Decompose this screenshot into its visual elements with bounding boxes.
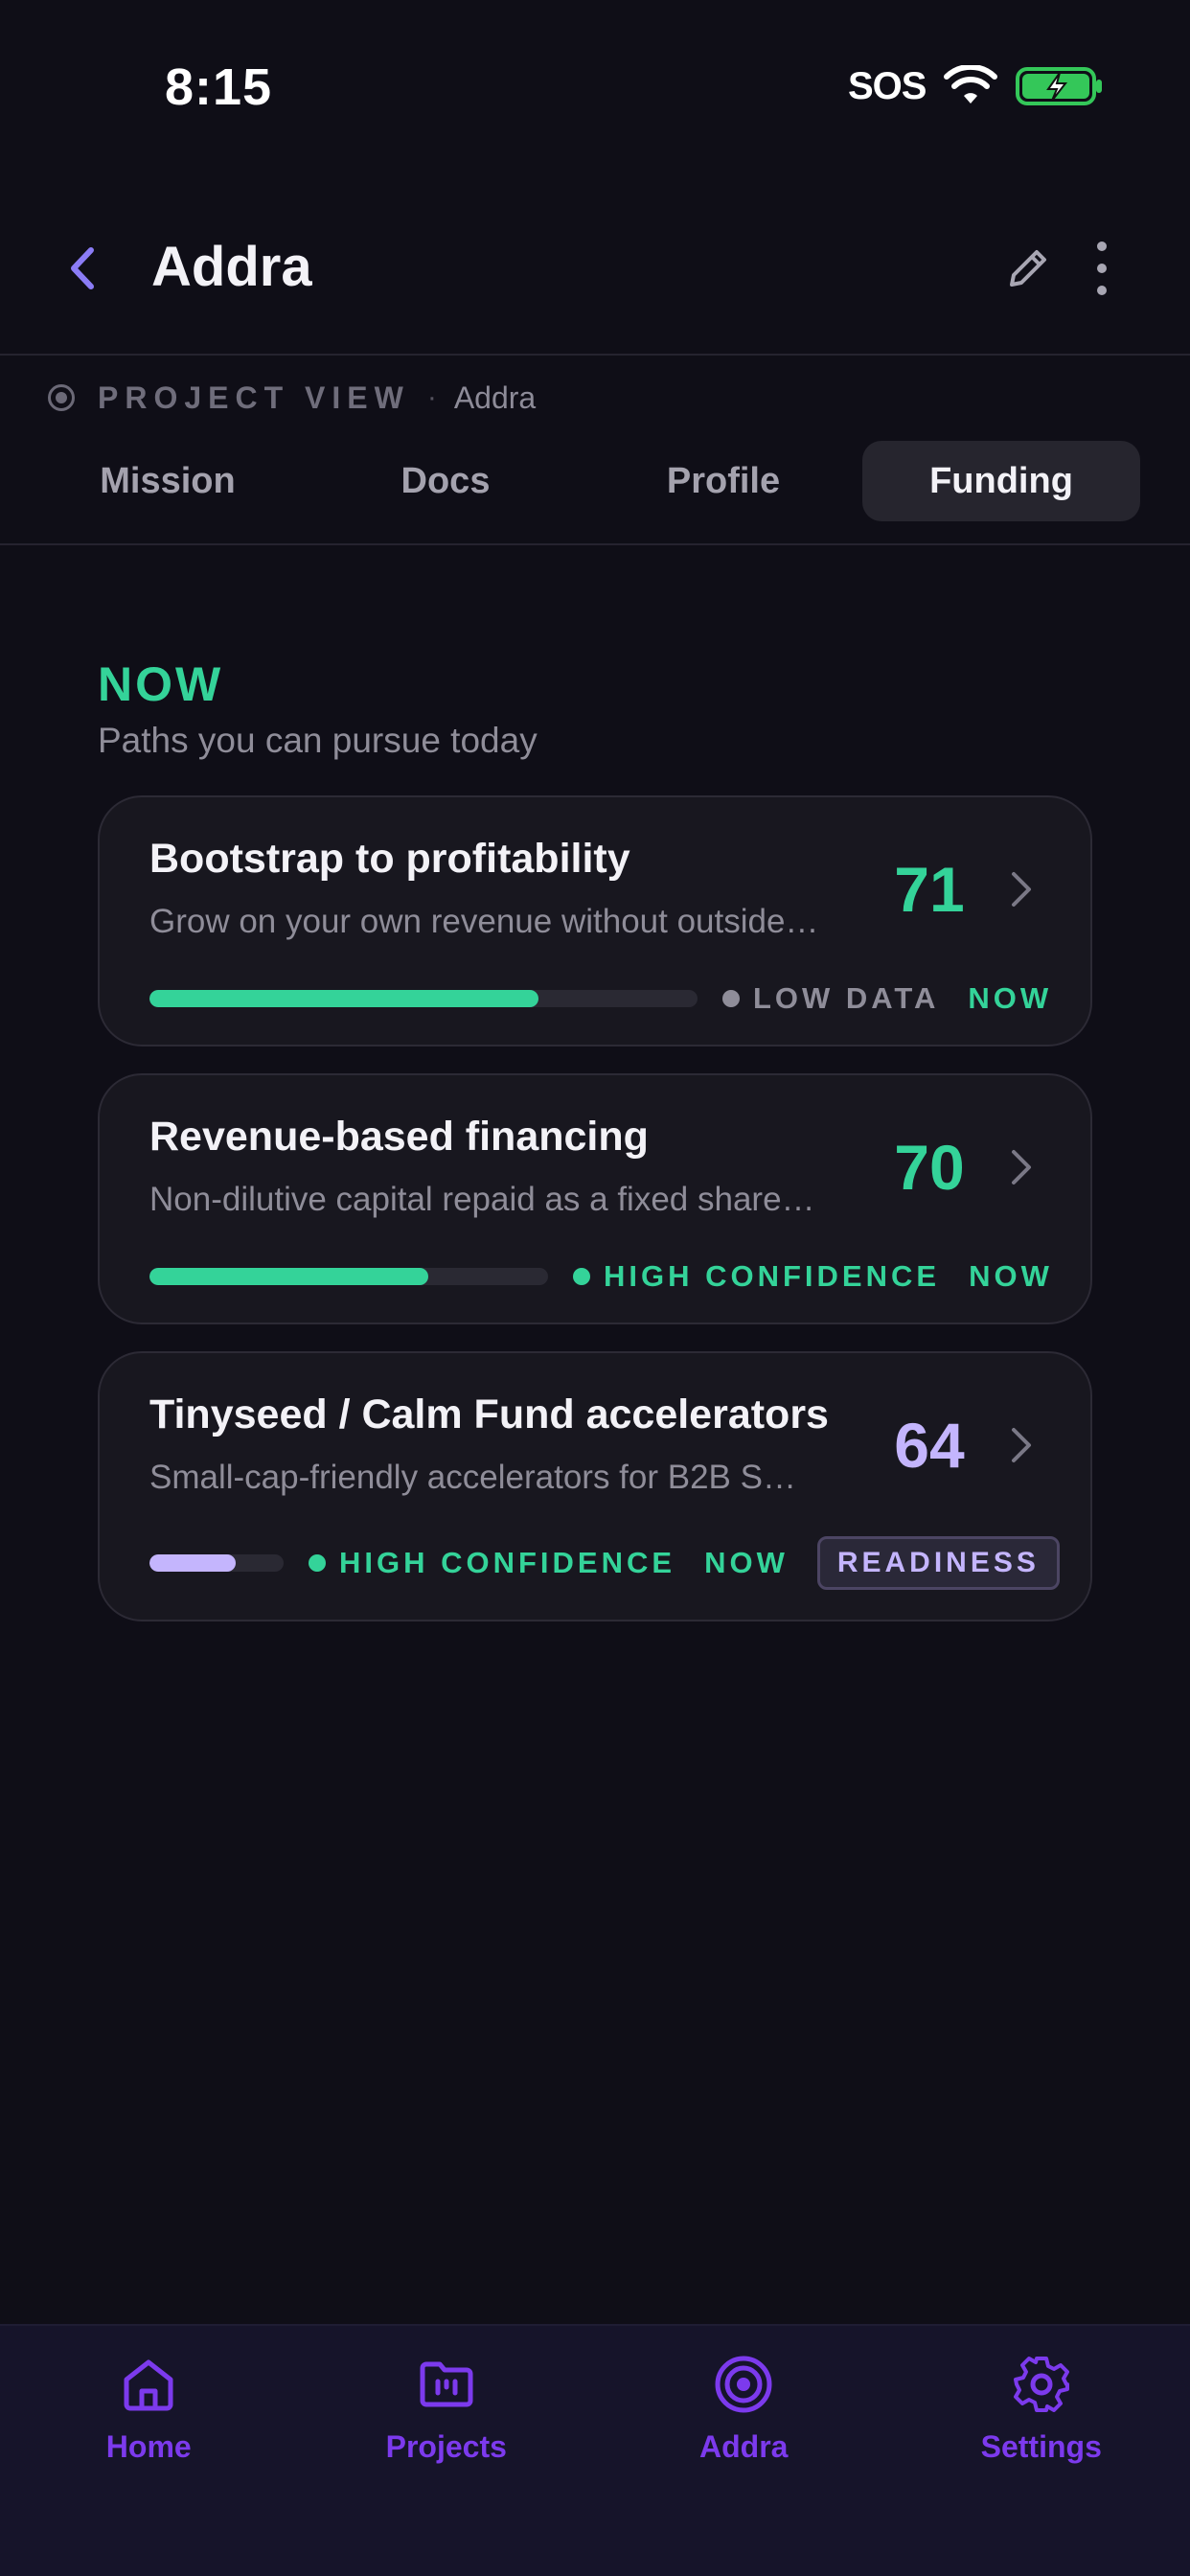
card-title: Bootstrap to profitability <box>149 836 630 882</box>
status-dot-icon <box>309 1554 326 1572</box>
page-title: Addra <box>151 236 312 298</box>
tab-bar: Mission Docs Profile Funding <box>29 441 1142 521</box>
dot-icon <box>1097 242 1107 251</box>
nav-item-addra[interactable]: Addra <box>595 2326 893 2576</box>
timing-label: NOW <box>704 1546 789 1579</box>
card-description: Grow on your own revenue without outside… <box>149 903 819 940</box>
card-score: 64 <box>894 1410 965 1481</box>
section-title: NOW <box>98 657 224 711</box>
nav-label-settings: Settings <box>980 2429 1102 2464</box>
card-title: Tinyseed / Calm Fund accelerators <box>149 1392 829 1438</box>
confidence-label: HIGH CONFIDENCE <box>604 1259 941 1293</box>
score-progress-bar <box>149 1554 284 1572</box>
pencil-icon <box>1010 250 1046 287</box>
status-bar: 8:15 SOS <box>0 0 1190 172</box>
nav-label-projects: Projects <box>385 2429 507 2464</box>
score-progress-fill <box>149 1268 429 1285</box>
chevron-right-icon <box>1012 1150 1031 1184</box>
breadcrumb-separator: · <box>426 381 437 413</box>
confidence-badge: HIGH CONFIDENCE <box>573 1259 940 1294</box>
card-description: Non-dilutive capital repaid as a fixed s… <box>149 1181 815 1218</box>
breadcrumb-project[interactable]: Addra <box>454 380 536 416</box>
score-progress-fill <box>149 990 539 1007</box>
score-progress-fill <box>149 1554 236 1572</box>
radio-icon <box>48 384 75 411</box>
score-progress-bar <box>149 990 698 1007</box>
card-footer: HIGH CONFIDENCE NOW READINESS <box>149 1535 1060 1591</box>
screen: 8:15 SOS Addra PROJECT VIEW · Addra Miss… <box>0 0 1190 2576</box>
app-header: Addra <box>0 211 1190 355</box>
header-divider <box>0 354 1190 356</box>
tab-funding[interactable]: Funding <box>862 441 1140 521</box>
status-sos: SOS <box>848 65 927 107</box>
nav-item-home[interactable]: Home <box>0 2326 298 2576</box>
card-score: 70 <box>894 1132 965 1203</box>
tab-docs[interactable]: Docs <box>307 441 584 521</box>
readiness-tag: READINESS <box>816 1536 1060 1590</box>
card-description: Small-cap-friendly accelerators for B2B … <box>149 1459 796 1496</box>
section-subtitle: Paths you can pursue today <box>98 721 538 760</box>
status-dot-icon <box>722 990 740 1007</box>
nav-label-home: Home <box>105 2429 192 2464</box>
dot-icon <box>1097 286 1107 295</box>
card-title: Revenue-based financing <box>149 1114 649 1160</box>
edit-button[interactable] <box>1004 244 1052 292</box>
status-time: 8:15 <box>165 58 273 116</box>
timing-label: NOW <box>968 981 1053 1015</box>
dot-icon <box>1097 264 1107 273</box>
breadcrumb: PROJECT VIEW · Addra <box>48 379 536 417</box>
confidence-badge: LOW DATA <box>722 981 939 1016</box>
nav-item-settings[interactable]: Settings <box>893 2326 1190 2576</box>
battery-icon <box>1016 67 1102 105</box>
timing-label: NOW <box>969 1259 1053 1293</box>
home-icon <box>124 2359 173 2411</box>
funding-card-bootstrap[interactable]: Bootstrap to profitability Grow on your … <box>98 795 1092 1046</box>
score-progress-bar <box>149 1268 548 1285</box>
nav-item-projects[interactable]: Projects <box>298 2326 596 2576</box>
tab-profile[interactable]: Profile <box>584 441 862 521</box>
wifi-icon <box>944 65 997 104</box>
nav-label-addra: Addra <box>699 2429 789 2464</box>
target-icon <box>715 2356 772 2413</box>
confidence-label: LOW DATA <box>753 981 940 1015</box>
status-dot-icon <box>573 1268 590 1285</box>
back-button[interactable] <box>57 240 105 297</box>
gear-icon <box>1013 2357 1069 2412</box>
breadcrumb-label: PROJECT VIEW <box>98 380 410 415</box>
card-footer: LOW DATA NOW <box>149 978 1048 1020</box>
funding-card-accelerators[interactable]: Tinyseed / Calm Fund accelerators Small-… <box>98 1351 1092 1622</box>
chevron-right-icon <box>1012 1428 1031 1462</box>
bottom-nav: Home Projects Addra Settings <box>0 2324 1190 2576</box>
card-footer: HIGH CONFIDENCE NOW <box>149 1255 1049 1298</box>
tabs-divider <box>0 543 1190 545</box>
tab-mission[interactable]: Mission <box>29 441 307 521</box>
confidence-badge: HIGH CONFIDENCE <box>309 1546 675 1580</box>
chevron-right-icon <box>1012 872 1031 907</box>
more-options-button[interactable] <box>1087 242 1116 295</box>
chevron-left-icon <box>71 247 94 289</box>
funding-card-revenue-based[interactable]: Revenue-based financing Non-dilutive cap… <box>98 1073 1092 1324</box>
card-score: 71 <box>894 854 965 925</box>
folder-icon <box>420 2361 473 2407</box>
confidence-label: HIGH CONFIDENCE <box>339 1546 676 1579</box>
